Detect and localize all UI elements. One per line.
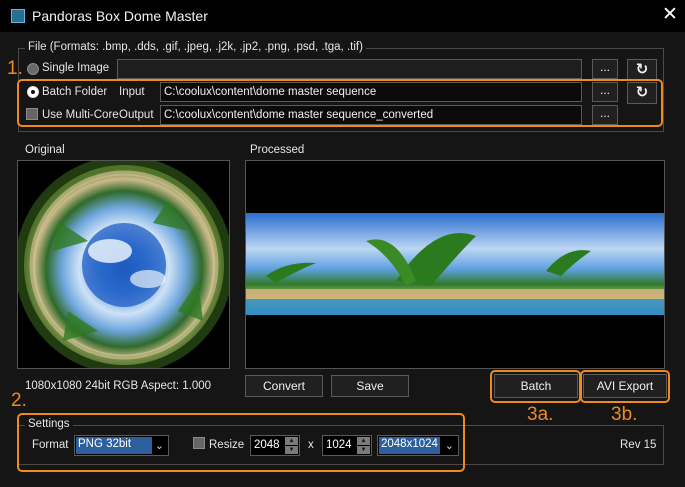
dome-image [18,161,229,368]
single-image-path-field[interactable] [117,59,582,79]
annotation-step3a: 3a. [527,404,554,425]
convert-button[interactable]: Convert [245,375,323,397]
single-image-radio[interactable] [27,63,39,75]
processed-label: Processed [250,144,305,156]
file-group-legend: File (Formats: .bmp, .dds, .gif, .jpeg, … [25,41,366,53]
image-info-text: 1080x1080 24bit RGB Aspect: 1.000 [25,380,212,392]
annotation-step3b: 3b. [611,404,638,425]
annotation-step2: 2. [11,390,27,411]
app-icon [11,9,25,23]
app-window: Pandoras Box Dome Master ✕ File (Formats… [0,0,685,487]
original-preview-panel [17,160,230,369]
refresh-icon[interactable]: ↻ [627,59,657,81]
close-icon[interactable]: ✕ [660,5,680,25]
single-image-browse-button[interactable]: ... [592,59,618,79]
save-button[interactable]: Save [331,375,409,397]
annotation-box-batch [490,370,581,403]
revision-label: Rev 15 [620,439,657,451]
annotation-box-settings [17,413,465,472]
single-image-label: Single Image [42,62,110,74]
annotation-box-file [17,79,663,127]
window-title: Pandoras Box Dome Master [32,8,208,24]
original-label: Original [25,144,65,156]
annotation-step1: 1. [7,58,23,79]
processed-preview-panel [245,160,665,369]
panorama-image [246,213,664,315]
annotation-box-avi [580,370,670,403]
title-bar: Pandoras Box Dome Master ✕ [0,0,685,32]
